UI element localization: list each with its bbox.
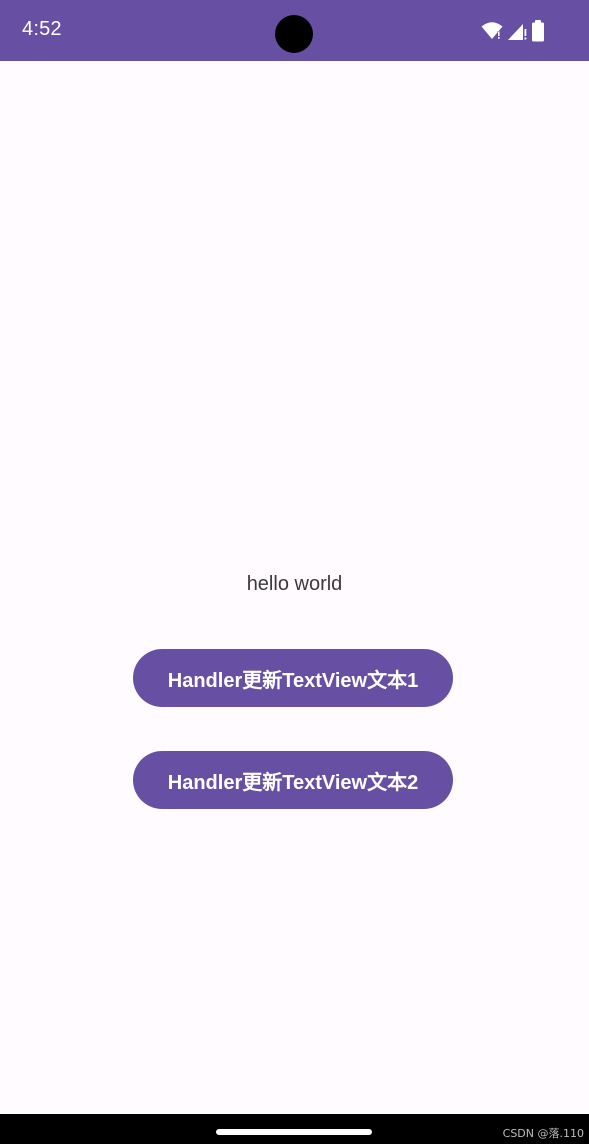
signal-icon bbox=[507, 21, 527, 41]
wifi-icon bbox=[481, 21, 503, 41]
status-icons bbox=[481, 20, 545, 42]
battery-icon bbox=[531, 20, 545, 42]
handler-update-button-1[interactable]: Handler更新TextView文本1 bbox=[133, 649, 453, 707]
home-indicator[interactable] bbox=[216, 1129, 372, 1135]
handler-update-button-2[interactable]: Handler更新TextView文本2 bbox=[133, 751, 453, 809]
status-bar: 4:52 bbox=[0, 0, 589, 61]
hello-text: hello world bbox=[246, 573, 343, 595]
status-time: 4:52 bbox=[22, 18, 62, 40]
app-content: hello world Handler更新TextView文本1 Handler… bbox=[0, 61, 589, 1114]
camera-cutout bbox=[275, 15, 313, 53]
navigation-bar: CSDN @落.110 bbox=[0, 1114, 589, 1144]
watermark-text: CSDN @落.110 bbox=[502, 1127, 584, 1140]
